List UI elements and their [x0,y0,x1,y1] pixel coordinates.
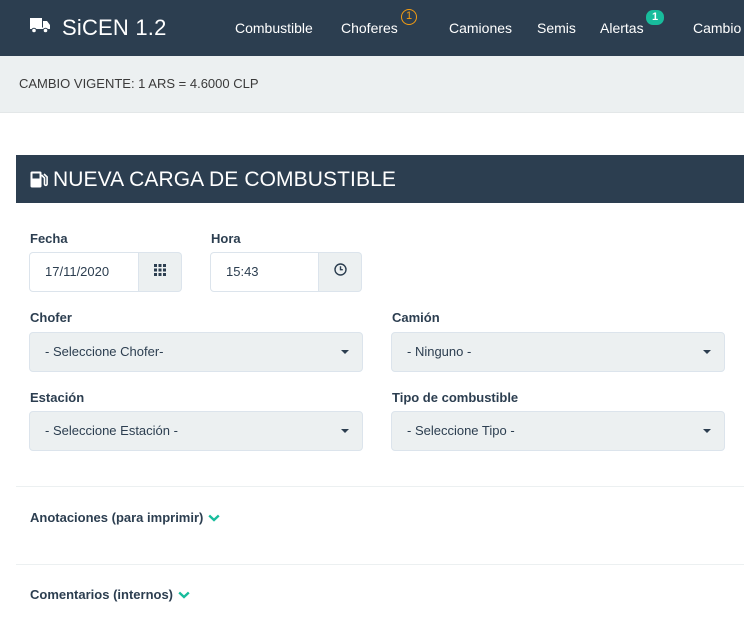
estacion-label: Estación [30,390,85,405]
clock-icon [333,263,347,281]
fecha-picker-button[interactable] [139,252,182,292]
estacion-select[interactable]: - Seleccione Estación - [29,411,363,451]
anotaciones-label: Anotaciones (para imprimir) [30,510,204,525]
truck-icon [30,18,50,38]
caret-down-icon [341,350,349,354]
choferes-badge: 1 [401,9,417,25]
alertas-badge: 1 [646,10,664,25]
divider [16,486,744,487]
camion-label: Camión [392,310,440,325]
hora-picker-button[interactable] [319,252,362,292]
tipo-combustible-select-value: - Seleccione Tipo - [407,423,515,438]
chevron-down-icon [178,591,190,599]
comentarios-toggle[interactable]: Comentarios (internos) [30,587,190,602]
caret-down-icon [703,429,711,433]
top-navbar: SiCEN 1.2 Combustible Choferes 1 Camione… [0,0,744,56]
anotaciones-toggle[interactable]: Anotaciones (para imprimir) [30,510,220,525]
brand[interactable]: SiCEN 1.2 [30,0,167,56]
camion-select-value: - Ninguno - [407,344,472,359]
nav-item-alertas[interactable]: Alertas [600,0,644,56]
page-title: NUEVA CARGA DE COMBUSTIBLE [53,168,396,191]
hora-input[interactable]: 15:43 [210,252,319,292]
divider [16,564,744,565]
calendar-grid-icon [154,263,166,281]
fecha-label: Fecha [30,231,68,246]
chevron-down-icon [208,514,220,522]
chofer-label: Chofer [30,310,72,325]
chofer-select-value: - Seleccione Chofer- [45,344,164,359]
caret-down-icon [341,429,349,433]
gas-pump-icon [30,171,48,193]
caret-down-icon [703,350,711,354]
nav-item-camiones[interactable]: Camiones [449,0,512,56]
nav-item-combustible[interactable]: Combustible [235,0,313,56]
camion-select[interactable]: - Ninguno - [391,332,725,372]
panel-heading: NUEVA CARGA DE COMBUSTIBLE [16,155,744,203]
fecha-input[interactable]: 17/11/2020 [29,252,139,292]
nav-item-cambio[interactable]: Cambio [693,0,741,56]
comentarios-label: Comentarios (internos) [30,587,174,602]
tipo-combustible-label: Tipo de combustible [392,390,519,405]
brand-title: SiCEN 1.2 [62,15,167,40]
estacion-select-value: - Seleccione Estación - [45,423,178,438]
hora-label: Hora [211,231,241,246]
exchange-rate-text: CAMBIO VIGENTE: 1 ARS = 4.6000 CLP [19,76,259,91]
nav-item-semis[interactable]: Semis [537,0,576,56]
tipo-combustible-select[interactable]: - Seleccione Tipo - [391,411,725,451]
nav-item-choferes[interactable]: Choferes [341,0,398,56]
chofer-select[interactable]: - Seleccione Chofer- [29,332,363,372]
exchange-rate-bar: CAMBIO VIGENTE: 1 ARS = 4.6000 CLP [0,56,744,113]
